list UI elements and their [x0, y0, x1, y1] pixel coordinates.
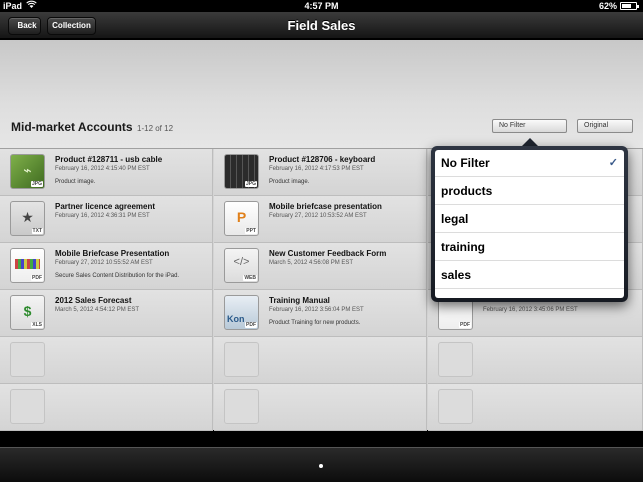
- usb-cable-thumbnail: ⌁ JPG: [10, 154, 45, 189]
- item-count: 1-12 of 12: [137, 124, 174, 133]
- document-date: February 16, 2012 4:17:53 PM EST: [269, 166, 364, 172]
- document-title: Mobile briefcase presentation: [269, 202, 382, 211]
- placeholder-thumbnail: [438, 389, 473, 424]
- document-date: February 27, 2012 10:53:52 AM EST: [269, 213, 367, 219]
- filter-option-products[interactable]: products: [435, 178, 624, 205]
- collection-header: Mid-market Accounts 1-12 of 12 No Filter…: [0, 40, 643, 148]
- placeholder-thumbnail: [438, 342, 473, 377]
- document-description: Product image.: [55, 179, 96, 185]
- empty-slot: [428, 337, 643, 384]
- placeholder-thumbnail: [10, 389, 45, 424]
- document-date: February 27, 2012 10:55:52 AM EST: [55, 260, 153, 266]
- presentation-icon: P PPT: [224, 201, 259, 236]
- spreadsheet-icon: $ XLS: [10, 295, 45, 330]
- empty-slot: [0, 337, 213, 384]
- document-title: 2012 Sales Forecast: [55, 296, 132, 305]
- empty-slot: [428, 384, 643, 431]
- placeholder-thumbnail: [224, 389, 259, 424]
- document-title: Product #128711 - usb cable: [55, 155, 163, 164]
- filter-dropdown[interactable]: No Filter: [492, 119, 567, 133]
- page-indicator[interactable]: [319, 464, 323, 468]
- file-type-badge: PDF: [459, 322, 471, 328]
- filter-option-legal[interactable]: legal: [435, 206, 624, 233]
- file-type-badge: TXT: [31, 228, 43, 234]
- document-item[interactable]: </> WEB New Customer Feedback Form March…: [214, 243, 427, 290]
- collection-title: Mid-market Accounts: [11, 120, 133, 134]
- document-item[interactable]: P PPT Mobile briefcase presentation Febr…: [214, 196, 427, 243]
- filter-option-label: No Filter: [441, 156, 490, 170]
- filter-popover: No Filter ✓ products legal training sale…: [431, 146, 628, 302]
- filter-option-training[interactable]: training: [435, 234, 624, 261]
- file-type-badge: XLS: [31, 322, 43, 328]
- filter-option-label: training: [441, 240, 485, 254]
- document-title: Mobile Briefcase Presentation: [55, 249, 170, 258]
- placeholder-thumbnail: [224, 342, 259, 377]
- filter-option-label: products: [441, 184, 493, 198]
- filter-options-list: No Filter ✓ products legal training sale…: [435, 150, 624, 298]
- document-title: Training Manual: [269, 296, 330, 305]
- document-item[interactable]: $ XLS 2012 Sales Forecast March 5, 2012 …: [0, 290, 213, 337]
- filter-option-no-filter[interactable]: No Filter ✓: [435, 150, 624, 177]
- document-date: February 16, 2012 3:56:04 PM EST: [269, 307, 364, 313]
- file-type-badge: JPG: [30, 181, 43, 187]
- clock: 4:57 PM: [304, 1, 339, 11]
- document-title: Product #128706 - keyboard: [269, 155, 376, 164]
- file-type-badge: WEB: [243, 275, 257, 281]
- document-item[interactable]: PDF Mobile Briefcase Presentation Februa…: [0, 243, 213, 290]
- file-type-badge: PPT: [245, 228, 257, 234]
- file-type-badge: PDF: [31, 275, 43, 281]
- empty-slot: [214, 384, 427, 431]
- page-title: Field Sales: [287, 18, 356, 33]
- navigation-bar: Back Collection Field Sales: [0, 12, 643, 39]
- document-date: February 16, 2012 3:45:06 PM EST: [483, 307, 578, 313]
- document-title: New Customer Feedback Form: [269, 249, 387, 258]
- empty-slot: [214, 337, 427, 384]
- document-item[interactable]: Kon PDF Training Manual February 16, 201…: [214, 290, 427, 337]
- document-date: February 16, 2012 4:36:31 PM EST: [55, 213, 150, 219]
- checkmark-icon: ✓: [608, 157, 618, 169]
- document-item[interactable]: ⌁ JPG Product #128711 - usb cable Februa…: [0, 149, 213, 196]
- sort-dropdown[interactable]: Original: [577, 119, 633, 133]
- status-bar: iPad 4:57 PM 62%: [0, 0, 643, 12]
- document-description: Product Training for new products.: [269, 320, 361, 326]
- web-page-icon: </> WEB: [224, 248, 259, 283]
- file-type-badge: PDF: [245, 322, 257, 328]
- placeholder-thumbnail: [10, 342, 45, 377]
- document-date: March 5, 2012 4:54:12 PM EST: [55, 307, 140, 313]
- filter-option-sales[interactable]: sales: [435, 262, 624, 289]
- bottom-toolbar: [0, 447, 643, 482]
- battery-percentage: 62%: [598, 1, 617, 11]
- battery-icon: [620, 2, 639, 10]
- filter-option-label: sales: [441, 268, 472, 282]
- pdf-document-icon: PDF: [10, 248, 45, 283]
- document-description: Product image.: [269, 179, 310, 185]
- document-title: Partner licence agreement: [55, 202, 156, 211]
- manual-thumbnail: Kon PDF: [224, 295, 259, 330]
- empty-slot: [0, 384, 213, 431]
- document-item[interactable]: JPG Product #128706 - keyboard February …: [214, 149, 427, 196]
- document-date: March 5, 2012 4:56:08 PM EST: [269, 260, 354, 266]
- document-item[interactable]: ★ TXT Partner licence agreement February…: [0, 196, 213, 243]
- document-date: February 16, 2012 4:15:40 PM EST: [55, 166, 150, 172]
- document-description: Secure Sales Content Distribution for th…: [55, 273, 180, 279]
- filter-option-label: legal: [441, 212, 469, 226]
- keyboard-thumbnail: JPG: [224, 154, 259, 189]
- file-type-badge: JPG: [244, 181, 257, 187]
- text-document-icon: ★ TXT: [10, 201, 45, 236]
